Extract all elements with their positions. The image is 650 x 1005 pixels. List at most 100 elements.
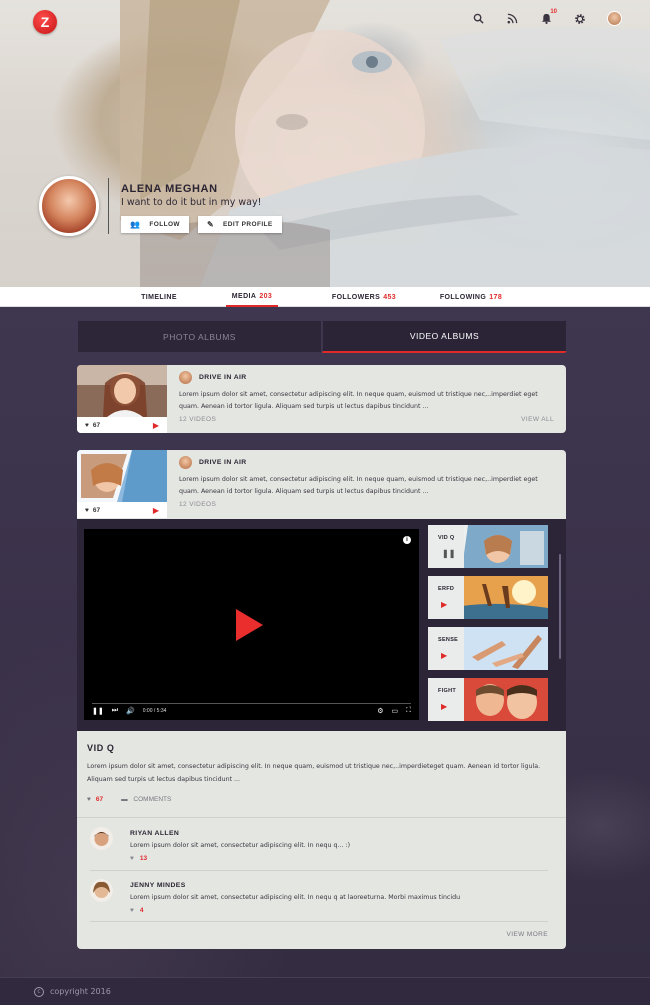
header-icons: 10 [471,9,622,26]
likes-count: 67 [92,506,101,514]
notification-badge: 10 [550,8,557,15]
theater-icon[interactable]: ▭ [391,707,398,715]
comments-button[interactable]: ▬ COMMENTS [121,796,171,803]
video-count: 12 VIDEOS [179,416,217,423]
playlist-item[interactable]: SENSE ▶ [428,627,548,670]
playlist-scrollbar[interactable] [559,554,561,659]
copyright-text: copyright 2016 [50,987,111,996]
author-avatar[interactable] [179,456,192,469]
profile-tabs: TIMELINE MEDIA 203 FOLLOWERS 453 FOLLOWI… [0,287,650,307]
view-all-link[interactable]: VIEW ALL [521,416,554,423]
profile-name: ALENA MEGHAN [121,183,218,195]
user-avatar[interactable] [607,11,622,26]
tab-label: TIMELINE [141,293,177,301]
play-icon[interactable]: ▶ [153,421,159,430]
album-thumbnail[interactable]: ♥ 67 ▶ [77,365,167,433]
album-likes[interactable]: ♥ 67 [85,422,100,429]
commenter-name[interactable]: RIYAN ALLEN [130,830,179,837]
video-player[interactable]: i ❚❚ ⏭ 🔊 0:00 / 5:34 ⚙ ▭ ⛶ [84,529,419,720]
tab-label: MEDIA [231,292,257,300]
comment-likes[interactable]: ♥ 4 [130,907,143,914]
album-cover-image [77,365,167,417]
tab-label: FOLLOWERS [331,293,381,301]
app-logo[interactable]: Z [33,10,57,34]
time-display: 0:00 / 5:34 [142,708,167,714]
bell-icon[interactable]: 10 [539,9,557,26]
edit-profile-button[interactable]: ✎ EDIT PROFILE [197,216,282,233]
play-icon[interactable]: ▶ [441,702,447,711]
view-more-link[interactable]: VIEW MORE [506,931,548,938]
tab-video-albums[interactable]: VIDEO ALBUMS [322,320,567,353]
video-likes[interactable]: ♥ 67 [87,796,103,803]
next-icon[interactable]: ⏭ [112,707,118,715]
play-icon[interactable]: ▶ [441,600,447,609]
video-description: Lorem ipsum dolor sit amet, consectetur … [87,763,541,783]
comment-likes[interactable]: ♥ 13 [130,855,147,862]
tab-following[interactable]: FOLLOWING 178 [437,287,505,307]
playlist-item[interactable]: FIGHT ▶ [428,678,548,721]
player-controls: ❚❚ ⏭ 🔊 0:00 / 5:34 ⚙ ▭ ⛶ [84,702,419,720]
tab-photo-albums[interactable]: PHOTO ALBUMS [77,320,322,353]
play-icon[interactable]: ▶ [441,651,447,660]
pause-icon[interactable]: ❚❚ [442,549,455,558]
heart-icon: ♥ [87,796,91,803]
album-cover-image [77,450,167,502]
album-title[interactable]: DRIVE IN AIR [199,374,247,381]
album-card[interactable]: ♥ 67 ▶ DRIVE IN AIR Lorem ipsum dolor si… [77,365,566,433]
divider [90,921,548,922]
pause-icon[interactable]: ❚❚ [92,707,104,715]
playlist-thumbnail [462,627,548,670]
heart-icon: ♥ [85,506,89,514]
play-icon[interactable]: ▶ [153,506,159,515]
album-tabs: PHOTO ALBUMS VIDEO ALBUMS [77,320,567,353]
tab-count: 178 [489,293,503,301]
video-details: VID Q Lorem ipsum dolor sit amet, consec… [77,731,566,815]
footer: c copyright 2016 [0,977,650,1005]
comments-label: COMMENTS [133,796,172,803]
rss-icon[interactable] [505,12,519,26]
info-icon[interactable]: i [403,536,411,544]
video-playlist: VID Q ❚❚ ERFD ▶ SENSE ▶ FIGHT ▶ [428,525,548,729]
comment-text: Lorem ipsum dolor sit amet, consectetur … [130,894,461,901]
video-count: 12 VIDEOS [179,501,217,508]
author-avatar[interactable] [179,371,192,384]
follow-button[interactable]: 👥 FOLLOW [121,216,189,233]
pencil-icon: ✎ [206,220,215,229]
big-play-icon[interactable] [236,609,263,641]
comment-icon: ▬ [121,796,128,803]
commenter-avatar[interactable] [90,827,113,850]
tab-label: FOLLOWING [439,293,487,301]
edit-profile-label: EDIT PROFILE [223,221,273,228]
album-likes[interactable]: ♥ 67 [85,507,100,514]
playlist-item[interactable]: VID Q ❚❚ [428,525,548,568]
album-title[interactable]: DRIVE IN AIR [199,459,247,466]
commenter-avatar[interactable] [90,879,113,902]
follow-label: FOLLOW [149,221,180,228]
divider [90,870,548,871]
tab-count: 453 [383,293,397,301]
fullscreen-icon[interactable]: ⛶ [406,707,411,715]
tab-timeline[interactable]: TIMELINE [130,287,188,307]
comment-text: Lorem ipsum dolor sit amet, consectetur … [130,842,351,849]
video-title: VID Q [87,743,115,753]
playlist-item[interactable]: ERFD ▶ [428,576,548,619]
album-thumbnail[interactable]: ♥ 67 ▶ [77,450,167,518]
divider [77,817,566,818]
settings-icon[interactable]: ⚙ [377,707,383,715]
playlist-title: ERFD [438,586,455,592]
profile-avatar[interactable] [39,176,99,236]
tab-followers[interactable]: FOLLOWERS 453 [330,287,398,307]
gear-icon[interactable] [573,12,587,26]
heart-icon: ♥ [85,421,89,429]
search-icon[interactable] [471,12,485,26]
profile-tagline: I want to do it but in my way! [121,197,262,208]
cover-image [0,0,650,287]
tab-media[interactable]: MEDIA 203 [226,287,278,307]
users-icon: 👥 [130,220,141,229]
profile-header: ALENA MEGHAN I want to do it but in my w… [39,176,282,236]
commenter-name[interactable]: JENNY MINDES [130,882,186,889]
video-player-area: i ❚❚ ⏭ 🔊 0:00 / 5:34 ⚙ ▭ ⛶ VID Q ❚❚ ERFD… [77,519,566,731]
volume-icon[interactable]: 🔊 [126,707,135,715]
divider [108,178,109,234]
heart-icon: ♥ [130,855,134,862]
